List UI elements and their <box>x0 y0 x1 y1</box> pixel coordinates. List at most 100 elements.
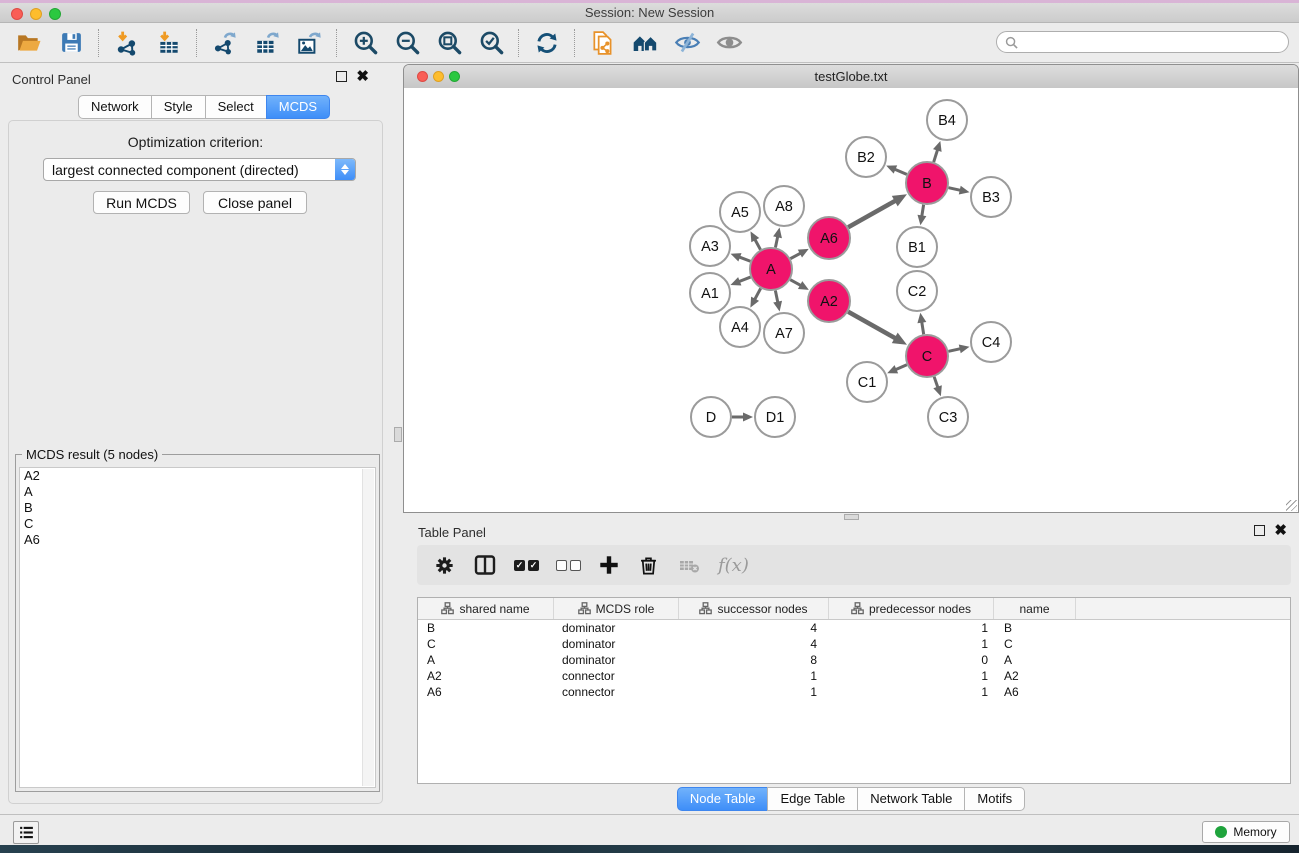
result-item[interactable]: B <box>20 500 375 516</box>
graph-edge-A6-B[interactable] <box>848 200 896 227</box>
import-network-button[interactable] <box>106 26 148 60</box>
export-network-button[interactable] <box>204 26 246 60</box>
first-neighbors-button[interactable] <box>624 26 666 60</box>
open-session-button[interactable] <box>8 26 50 60</box>
graph-node-C2[interactable]: C2 <box>897 271 937 311</box>
graph-edge-C-C2[interactable] <box>922 321 924 335</box>
table-cell[interactable]: 1 <box>679 669 829 683</box>
zoom-fit-button[interactable] <box>428 26 470 60</box>
column-header-shared-name[interactable]: shared name <box>418 598 554 619</box>
graph-node-B1[interactable]: B1 <box>897 227 937 267</box>
table-settings-button[interactable] <box>433 550 456 580</box>
graph-node-B[interactable]: B <box>906 162 948 204</box>
network-window-titlebar[interactable]: testGlobe.txt <box>404 65 1298 89</box>
graph-node-D[interactable]: D <box>691 397 731 437</box>
splitter-handle[interactable] <box>394 427 402 442</box>
network-graph[interactable]: B4B2BB3B1A5A8A6A3AA1A2A4A7C2CC4C1C3DD1 <box>404 88 1298 512</box>
memory-button[interactable]: Memory <box>1202 821 1290 843</box>
table-cell[interactable]: C <box>994 637 1076 651</box>
result-item[interactable]: A2 <box>20 468 375 484</box>
search-field[interactable] <box>996 31 1289 53</box>
refresh-button[interactable] <box>526 26 568 60</box>
table-cell[interactable]: 1 <box>829 621 994 635</box>
table-row[interactable]: Cdominator41C <box>418 636 1290 652</box>
export-table-button[interactable] <box>246 26 288 60</box>
graph-edge-B-B3[interactable] <box>948 188 961 191</box>
export-image-button[interactable] <box>288 26 330 60</box>
table-cell[interactable]: 0 <box>829 653 994 667</box>
task-history-button[interactable] <box>13 821 39 844</box>
select-all-button[interactable]: ✓✓ <box>514 550 539 580</box>
result-scrollbar[interactable] <box>362 469 374 786</box>
deselect-all-button[interactable] <box>556 550 581 580</box>
table-cell[interactable]: B <box>418 621 554 635</box>
table-cell[interactable]: dominator <box>554 653 679 667</box>
graph-node-B2[interactable]: B2 <box>846 137 886 177</box>
table-cell[interactable]: 8 <box>679 653 829 667</box>
network-canvas[interactable]: B4B2BB3B1A5A8A6A3AA1A2A4A7C2CC4C1C3DD1 <box>404 88 1298 512</box>
tab-network-table[interactable]: Network Table <box>857 787 965 811</box>
show-columns-button[interactable] <box>473 550 497 580</box>
graph-edge-A-A4[interactable] <box>754 288 760 300</box>
graph-node-A3[interactable]: A3 <box>690 226 730 266</box>
run-mcds-button[interactable]: Run MCDS <box>93 191 190 214</box>
zoom-in-button[interactable] <box>344 26 386 60</box>
table-cell[interactable]: dominator <box>554 637 679 651</box>
graph-edge-C-C1[interactable] <box>895 365 907 370</box>
graph-node-C1[interactable]: C1 <box>847 362 887 402</box>
zoom-out-button[interactable] <box>386 26 428 60</box>
hide-selected-button[interactable] <box>666 26 708 60</box>
column-header-predecessor-nodes[interactable]: predecessor nodes <box>829 598 994 619</box>
zoom-selected-button[interactable] <box>470 26 512 60</box>
table-cell[interactable]: A6 <box>418 685 554 699</box>
table-cell[interactable]: 4 <box>679 637 829 651</box>
table-cell[interactable]: A <box>994 653 1076 667</box>
close-panel-icon[interactable]: ✖ <box>356 71 369 82</box>
table-cell[interactable]: 1 <box>829 637 994 651</box>
tab-node-table[interactable]: Node Table <box>677 787 769 811</box>
tab-motifs[interactable]: Motifs <box>964 787 1025 811</box>
graph-edge-A-A1[interactable] <box>738 277 751 282</box>
table-row[interactable]: A6connector11A6 <box>418 684 1290 700</box>
resize-grip-icon[interactable] <box>1286 500 1297 511</box>
table-cell[interactable]: connector <box>554 669 679 683</box>
graph-node-B3[interactable]: B3 <box>971 177 1011 217</box>
table-cell[interactable]: A2 <box>994 669 1076 683</box>
table-cell[interactable]: A6 <box>994 685 1076 699</box>
search-input[interactable] <box>1023 34 1280 50</box>
add-column-button[interactable] <box>598 550 620 580</box>
graph-node-A[interactable]: A <box>750 248 792 290</box>
graph-edge-B-B4[interactable] <box>934 149 938 162</box>
column-header-MCDS-role[interactable]: MCDS role <box>554 598 679 619</box>
node-table[interactable]: shared nameMCDS rolesuccessor nodesprede… <box>417 597 1291 784</box>
table-cell[interactable]: B <box>994 621 1076 635</box>
graph-node-A8[interactable]: A8 <box>764 186 804 226</box>
close-panel-icon[interactable]: ✖ <box>1274 525 1287 536</box>
table-cell[interactable]: A2 <box>418 669 554 683</box>
graph-node-A2[interactable]: A2 <box>808 280 850 322</box>
column-header-successor-nodes[interactable]: successor nodes <box>679 598 829 619</box>
graph-node-A5[interactable]: A5 <box>720 192 760 232</box>
result-item[interactable]: C <box>20 516 375 532</box>
graph-node-A6[interactable]: A6 <box>808 217 850 259</box>
table-row[interactable]: A2connector11A2 <box>418 668 1290 684</box>
graph-edge-B-B2[interactable] <box>894 169 907 175</box>
criterion-dropdown[interactable]: largest connected component (directed) <box>43 158 356 181</box>
float-panel-icon[interactable] <box>336 71 347 82</box>
float-panel-icon[interactable] <box>1254 525 1265 536</box>
table-cell[interactable]: connector <box>554 685 679 699</box>
new-network-from-selection-button[interactable] <box>582 26 624 60</box>
graph-node-B4[interactable]: B4 <box>927 100 967 140</box>
graph-node-A4[interactable]: A4 <box>720 307 760 347</box>
tab-mcds[interactable]: MCDS <box>266 95 330 119</box>
mcds-result-list[interactable]: A2ABCA6 <box>19 467 376 788</box>
table-row[interactable]: Adominator80A <box>418 652 1290 668</box>
table-cell[interactable]: dominator <box>554 621 679 635</box>
table-cell[interactable]: 4 <box>679 621 829 635</box>
graph-node-A7[interactable]: A7 <box>764 313 804 353</box>
close-panel-button[interactable]: Close panel <box>203 191 307 214</box>
graph-node-C3[interactable]: C3 <box>928 397 968 437</box>
import-table-button[interactable] <box>148 26 190 60</box>
graph-edge-A2-C[interactable] <box>848 312 896 339</box>
result-item[interactable]: A6 <box>20 532 375 548</box>
